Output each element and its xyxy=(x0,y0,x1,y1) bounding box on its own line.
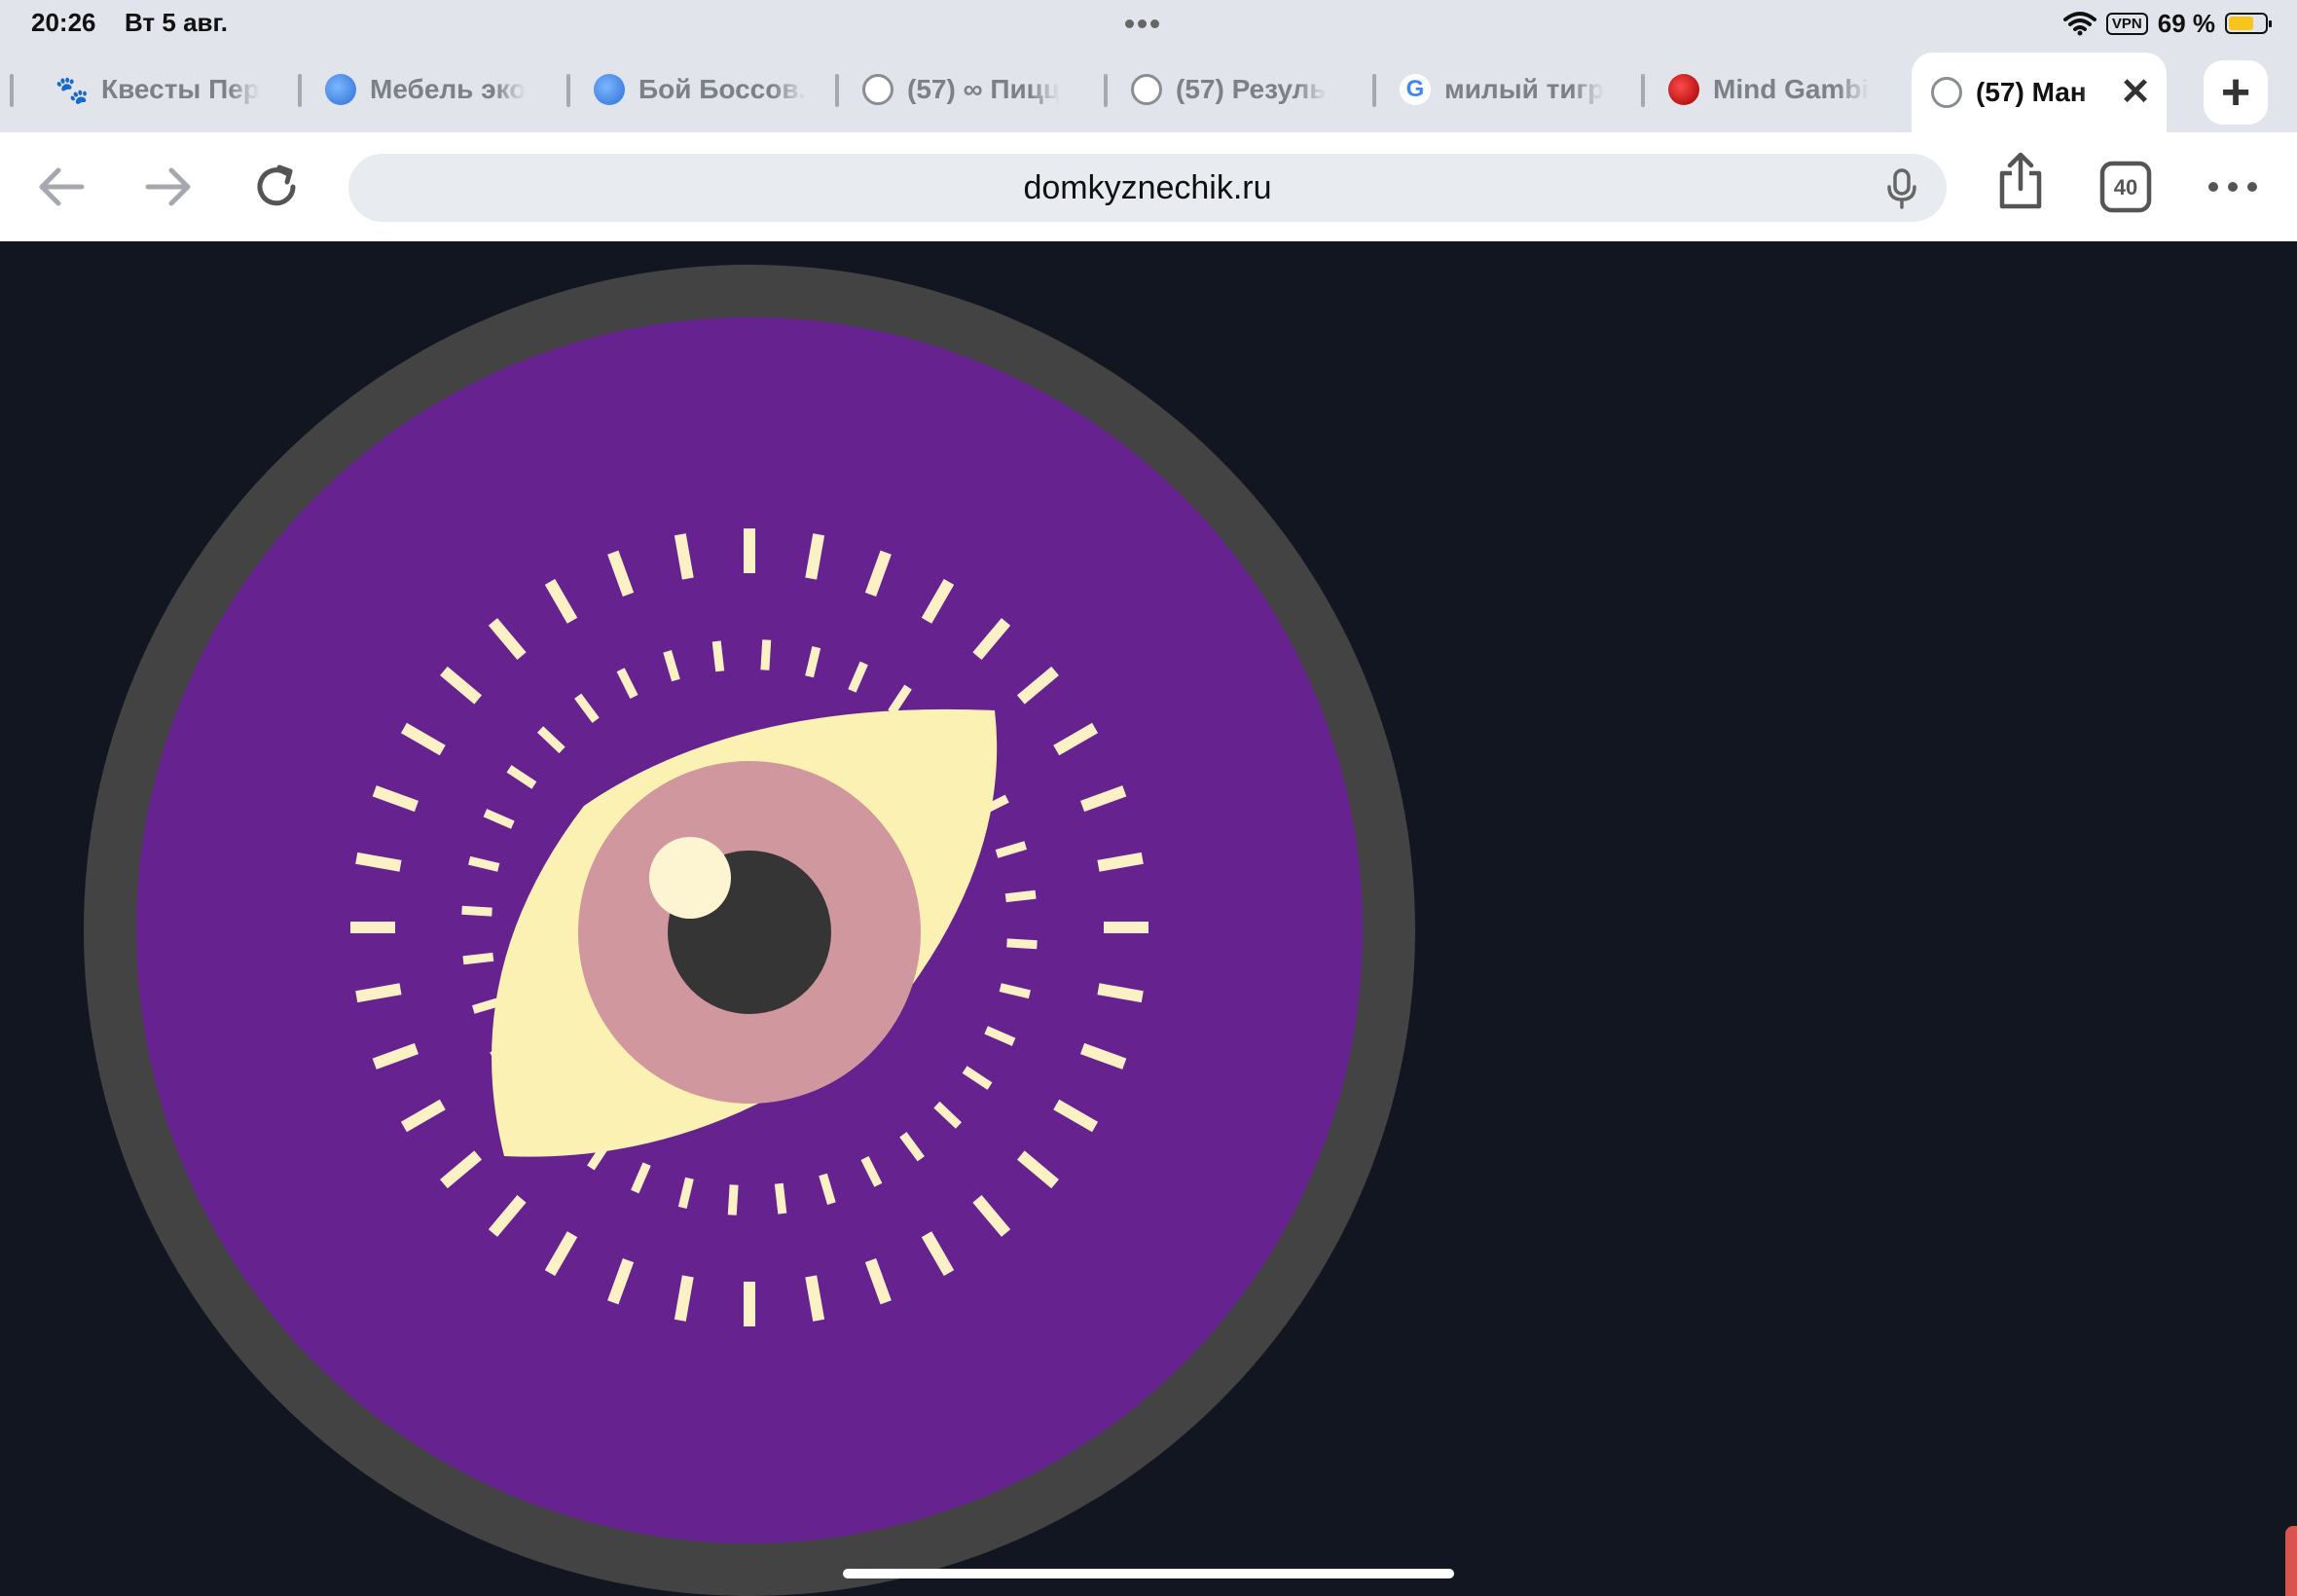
browser-toolbar: domkyznechik.ru 40 xyxy=(0,132,2297,241)
tab-separator xyxy=(298,74,302,107)
reload-button[interactable] xyxy=(245,156,308,218)
tab-separator xyxy=(566,74,570,107)
eye-highlight xyxy=(649,837,731,919)
site-icon xyxy=(594,74,625,105)
tab-title: Мебель эко xyxy=(370,74,527,104)
back-arrow-icon xyxy=(39,167,85,206)
plus-icon: + xyxy=(2220,64,2251,121)
status-bar: 20:26 Вт 5 авг. VPN 69 % xyxy=(0,0,2297,47)
globe-icon xyxy=(1931,77,1962,108)
tab-title: милый тигр xyxy=(1444,74,1605,104)
tab-separator xyxy=(1641,74,1645,107)
outer-ray xyxy=(1097,852,1144,872)
battery-icon xyxy=(2225,13,2272,34)
close-tab-icon[interactable]: ✕ xyxy=(2120,74,2151,111)
reload-icon xyxy=(257,164,296,206)
outer-ray xyxy=(674,533,694,580)
tab-strip: 🐾 Квесты Пер Мебель эко Бой Боссов. (57)… xyxy=(0,47,2297,132)
home-indicator[interactable] xyxy=(843,1569,1454,1578)
outer-ray xyxy=(805,1275,825,1322)
back-button[interactable] xyxy=(29,156,91,218)
wifi-icon xyxy=(2062,12,2096,36)
paw-icon: 🐾 xyxy=(56,74,90,105)
microphone-icon[interactable] xyxy=(1882,167,1921,210)
new-tab-button[interactable]: + xyxy=(2204,60,2268,125)
site-icon xyxy=(325,74,356,105)
active-tab-title: (57) Ман xyxy=(1976,77,2087,107)
more-menu-button[interactable] xyxy=(2202,156,2264,218)
inner-ray xyxy=(462,952,494,965)
battery-percent: 69 % xyxy=(2157,8,2215,38)
tab-title: Mind Gambi xyxy=(1713,74,1870,104)
tab-0[interactable]: 🐾 Квесты Пер xyxy=(56,64,310,115)
inner-ray xyxy=(461,905,492,917)
multitasking-dots-icon[interactable] xyxy=(1125,16,1172,29)
tab-6[interactable]: Mind Gambi xyxy=(1668,64,1894,115)
globe-icon xyxy=(862,74,893,105)
tab-2[interactable]: Бой Боссов. xyxy=(594,64,847,115)
inner-ray xyxy=(1006,938,1038,950)
forward-arrow-icon xyxy=(145,167,191,206)
tab-title: Бой Боссов. xyxy=(638,74,807,104)
tab-separator xyxy=(835,74,839,107)
inner-ray xyxy=(760,639,772,671)
tab-5[interactable]: G милый тигр xyxy=(1400,64,1653,115)
more-dots-icon xyxy=(2208,182,2257,192)
inner-ray xyxy=(711,640,725,672)
red-site-icon xyxy=(1668,74,1699,105)
outer-ray xyxy=(355,852,402,872)
outer-ray xyxy=(1097,983,1144,1003)
tab-3[interactable]: (57) ∞ Пицц xyxy=(862,64,1115,115)
edge-widget-tab[interactable] xyxy=(2285,1526,2297,1596)
battery-fill xyxy=(2229,17,2253,30)
tab-4[interactable]: (57) Резуль xyxy=(1131,64,1384,115)
vpn-badge: VPN xyxy=(2105,12,2148,35)
status-time: 20:26 xyxy=(31,8,96,37)
tab-switcher-icon: 40 xyxy=(2099,161,2152,213)
web-page-content xyxy=(0,241,2297,1596)
tab-1[interactable]: Мебель эко xyxy=(325,64,578,115)
tab-count: 40 xyxy=(2114,175,2137,200)
tab-title: (57) Резуль xyxy=(1176,74,1327,104)
google-icon: G xyxy=(1400,74,1431,105)
outer-ray xyxy=(355,983,402,1003)
tab-title: (57) ∞ Пицц xyxy=(907,74,1061,104)
status-indicators: VPN 69 % xyxy=(2062,6,2272,41)
address-bar-url: domkyznechik.ru xyxy=(1023,169,1272,206)
inner-ray xyxy=(774,1182,787,1215)
inner-ray xyxy=(727,1184,739,1215)
eye-artwork xyxy=(84,265,1415,1596)
outer-ray xyxy=(674,1275,694,1322)
status-date: Вт 5 авг. xyxy=(125,8,228,37)
share-button[interactable] xyxy=(1989,150,2052,212)
tab-separator xyxy=(1104,74,1108,107)
address-bar[interactable]: domkyznechik.ru xyxy=(348,154,1947,222)
globe-icon xyxy=(1131,74,1162,105)
forward-button[interactable] xyxy=(138,156,201,218)
inner-ray xyxy=(1004,889,1037,903)
tab-title: Квесты Пер xyxy=(101,74,260,104)
tab-separator xyxy=(1372,74,1376,107)
outer-ray xyxy=(805,533,825,580)
share-icon xyxy=(1999,152,2042,209)
tab-active[interactable]: (57) Ман ✕ xyxy=(1912,53,2167,132)
tab-count-button[interactable]: 40 xyxy=(2095,156,2157,218)
tab-separator xyxy=(10,74,14,107)
